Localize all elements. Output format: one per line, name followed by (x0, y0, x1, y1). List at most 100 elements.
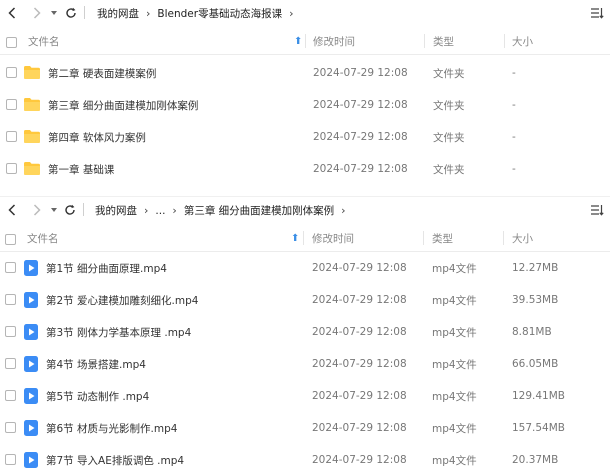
toolbar: 我的网盘 › Blender零基础动态海报课 › (0, 0, 610, 27)
list-item[interactable]: 第5节 动态制作 .mp4 2024-07-29 12:08 mp4文件 129… (0, 380, 610, 412)
row-checkbox[interactable] (5, 358, 16, 369)
column-header-name[interactable]: 文件名 (27, 224, 59, 252)
breadcrumb-root[interactable]: 我的网盘 (95, 203, 137, 218)
file-modified: 2024-07-29 12:08 (313, 131, 408, 143)
select-all-checkbox[interactable] (5, 234, 16, 245)
column-header-row: 文件名 ⬆ 修改时间 类型 大小 (0, 224, 610, 252)
file-size: 66.05MB (512, 358, 559, 370)
column-header-row: 文件名 ⬆ 修改时间 类型 大小 (0, 27, 610, 55)
file-name: 第2节 爱心建模加雕刻细化.mp4 (46, 294, 199, 307)
back-button[interactable] (5, 201, 19, 219)
file-type: 文件夹 (433, 99, 465, 112)
list-item[interactable]: 第3节 刚体力学基本原理 .mp4 2024-07-29 12:08 mp4文件… (0, 316, 610, 348)
video-file-icon (24, 260, 38, 276)
row-checkbox[interactable] (6, 67, 17, 78)
list-item[interactable]: 第7节 导入AE排版调色 .mp4 2024-07-29 12:08 mp4文件… (0, 444, 610, 472)
list-item[interactable]: 第6节 材质与光影制作.mp4 2024-07-29 12:08 mp4文件 1… (0, 412, 610, 444)
file-size: - (512, 163, 516, 175)
file-type: 文件夹 (433, 131, 465, 144)
sort-menu-button[interactable] (588, 3, 606, 23)
list-item[interactable]: 第一章 基础课 2024-07-29 12:08 文件夹 - (0, 153, 610, 185)
list-item[interactable]: 第二章 硬表面建模案例 2024-07-29 12:08 文件夹 - (0, 57, 610, 89)
folder-icon (24, 130, 40, 143)
toolbar: 我的网盘 › ... › 第三章 细分曲面建模加刚体案例 › (0, 197, 610, 224)
column-header-name[interactable]: 文件名 (28, 27, 60, 55)
breadcrumb-current[interactable]: 第三章 细分曲面建模加刚体案例 (184, 203, 334, 218)
breadcrumb: 我的网盘 › Blender零基础动态海报课 › (97, 0, 294, 27)
sort-menu-button[interactable] (588, 200, 606, 220)
file-modified: 2024-07-29 12:08 (312, 358, 407, 370)
row-checkbox[interactable] (5, 454, 16, 465)
file-type: mp4文件 (432, 358, 477, 371)
row-checkbox[interactable] (5, 422, 16, 433)
arrow-up-icon[interactable]: ⬆ (294, 27, 302, 55)
row-checkbox[interactable] (6, 163, 17, 174)
file-type: mp4文件 (432, 294, 477, 307)
toolbar-divider (84, 6, 85, 19)
file-list: 第1节 细分曲面原理.mp4 2024-07-29 12:08 mp4文件 12… (0, 252, 610, 472)
list-item[interactable]: 第三章 细分曲面建模加刚体案例 2024-07-29 12:08 文件夹 - (0, 89, 610, 121)
file-name: 第6节 材质与光影制作.mp4 (46, 422, 178, 435)
list-item[interactable]: 第2节 爱心建模加雕刻细化.mp4 2024-07-29 12:08 mp4文件… (0, 284, 610, 316)
breadcrumb-separator-icon: › (146, 7, 151, 20)
row-checkbox[interactable] (6, 99, 17, 110)
row-checkbox[interactable] (6, 131, 17, 142)
file-size: - (512, 99, 516, 111)
file-type: 文件夹 (433, 67, 465, 80)
chevron-left-icon (8, 204, 16, 216)
row-checkbox[interactable] (5, 326, 16, 337)
list-item[interactable]: 第4节 场景搭建.mp4 2024-07-29 12:08 mp4文件 66.0… (0, 348, 610, 380)
chevron-down-icon (51, 11, 57, 15)
column-header-type[interactable]: 类型 (432, 224, 453, 252)
history-dropdown-button[interactable] (49, 4, 59, 22)
column-header-modified[interactable]: 修改时间 (312, 224, 354, 252)
forward-button[interactable] (30, 4, 44, 22)
refresh-button[interactable] (64, 4, 78, 22)
column-header-size[interactable]: 大小 (512, 224, 533, 252)
file-name: 第3节 刚体力学基本原理 .mp4 (46, 326, 192, 339)
file-modified: 2024-07-29 12:08 (312, 454, 407, 466)
back-button[interactable] (5, 4, 19, 22)
file-name: 第4节 场景搭建.mp4 (46, 358, 146, 371)
select-all-checkbox[interactable] (6, 37, 17, 48)
file-name: 第5节 动态制作 .mp4 (46, 390, 150, 403)
file-modified: 2024-07-29 12:08 (312, 422, 407, 434)
breadcrumb-ellipsis[interactable]: ... (155, 205, 165, 217)
column-divider (423, 231, 424, 245)
row-checkbox[interactable] (5, 294, 16, 305)
column-divider (303, 231, 304, 245)
refresh-button[interactable] (63, 201, 77, 219)
file-name: 第二章 硬表面建模案例 (48, 67, 157, 80)
file-modified: 2024-07-29 12:08 (313, 99, 408, 111)
breadcrumb-chevron-icon[interactable]: › (289, 7, 293, 20)
chevron-down-icon (51, 208, 57, 212)
refresh-icon (65, 204, 75, 215)
forward-button[interactable] (30, 201, 44, 219)
column-header-size[interactable]: 大小 (512, 27, 533, 55)
file-size: 129.41MB (512, 390, 566, 402)
chevron-left-icon (8, 7, 16, 19)
arrow-up-icon[interactable]: ⬆ (291, 224, 299, 252)
breadcrumb-chevron-icon[interactable]: › (341, 204, 345, 217)
column-header-modified[interactable]: 修改时间 (313, 27, 355, 55)
list-item[interactable]: 第1节 细分曲面原理.mp4 2024-07-29 12:08 mp4文件 12… (0, 252, 610, 284)
breadcrumb-current[interactable]: Blender零基础动态海报课 (157, 6, 282, 21)
list-item[interactable]: 第四章 软体风力案例 2024-07-29 12:08 文件夹 - (0, 121, 610, 153)
row-checkbox[interactable] (5, 390, 16, 401)
file-type: mp4文件 (432, 454, 477, 467)
history-dropdown-button[interactable] (49, 201, 59, 219)
file-size: 12.27MB (512, 262, 559, 274)
row-checkbox[interactable] (5, 262, 16, 273)
file-size: 8.81MB (512, 326, 552, 338)
video-file-icon (24, 420, 38, 436)
file-type: mp4文件 (432, 390, 477, 403)
file-modified: 2024-07-29 12:08 (312, 294, 407, 306)
column-divider (503, 231, 504, 245)
file-name: 第四章 软体风力案例 (48, 131, 146, 144)
file-browser-panel-2: 我的网盘 › ... › 第三章 细分曲面建模加刚体案例 › 文件名 ⬆ 修改时… (0, 196, 610, 472)
folder-icon (24, 98, 40, 111)
file-type: mp4文件 (432, 262, 477, 275)
column-header-type[interactable]: 类型 (433, 27, 454, 55)
breadcrumb-root[interactable]: 我的网盘 (97, 6, 139, 21)
file-size: 20.37MB (512, 454, 559, 466)
